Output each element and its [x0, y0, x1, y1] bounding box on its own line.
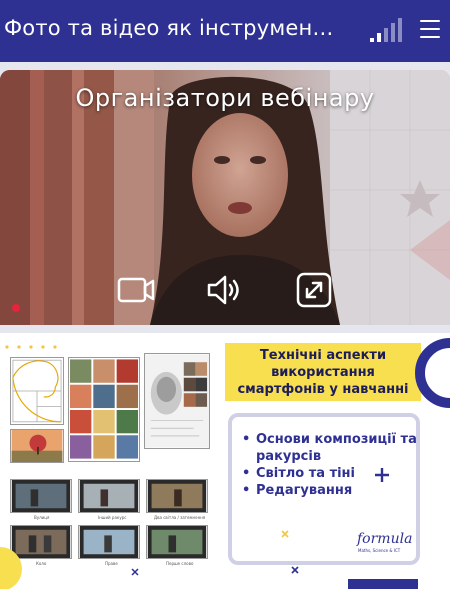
topic-item: Основи композиції та ракурсів [242, 431, 422, 465]
speaker-icon[interactable] [205, 270, 245, 310]
video-thumbnail[interactable] [78, 525, 140, 559]
slide-heading-box: Технічні аспекти використання смартфонів… [225, 343, 421, 401]
recording-indicator [12, 304, 20, 312]
decorative-cross-icon [281, 530, 289, 538]
video-thumbnail[interactable] [10, 479, 72, 513]
decorative-cross-icon [291, 566, 299, 574]
decorative-dots [5, 345, 57, 349]
video-thumbnail[interactable] [146, 479, 208, 513]
formula-logo: formula [357, 531, 413, 547]
fullscreen-icon[interactable] [294, 270, 334, 310]
page-title: Фото та відео як інструмен… [4, 16, 334, 40]
decorative-plus-icon [375, 468, 389, 482]
decorative-cross-icon [131, 568, 139, 576]
formula-logo-subtitle: Maths, Science & ICT [358, 548, 401, 553]
video-caption-1: Вулиця [34, 515, 50, 520]
hamburger-menu-icon[interactable] [420, 20, 442, 40]
app-screen: Фото та відео як інструмен… Організатори… [0, 0, 450, 589]
video-caption-5: Праве [105, 561, 118, 566]
slide-heading: Технічні аспекти використання смартфонів… [237, 347, 409, 397]
golden-ratio-image [10, 357, 64, 425]
topic-item: Редагування [242, 482, 422, 499]
topic-item: Світло та тіні [242, 465, 422, 482]
presentation-slide: Вулиця Інший ракурс Два світла / затемне… [0, 333, 450, 589]
photo-collage-image [68, 357, 140, 462]
video-caption-4: Коло [36, 561, 47, 566]
video-thumbnail[interactable] [146, 525, 208, 559]
video-player[interactable]: Організатори вебінару [0, 70, 450, 325]
camera-icon[interactable] [116, 270, 156, 310]
video-caption: Організатори вебінару [75, 84, 375, 112]
signal-strength-icon [370, 18, 402, 42]
decorative-yellow-circle [0, 547, 22, 589]
topics-list: Основи композиції та ракурсів Світло та … [242, 431, 422, 499]
decorative-ring [415, 338, 450, 408]
portrait-collage-image [144, 353, 210, 449]
video-thumbnail[interactable] [78, 479, 140, 513]
video-caption-3: Два світла / затемнення [154, 515, 206, 520]
video-caption-6: Перше слово [166, 561, 194, 566]
tree-photo-image [10, 429, 64, 463]
app-header: Фото та відео як інструмен… [0, 0, 450, 62]
decorative-navy-bar [348, 579, 418, 589]
video-caption-2: Інший ракурс [98, 515, 127, 520]
